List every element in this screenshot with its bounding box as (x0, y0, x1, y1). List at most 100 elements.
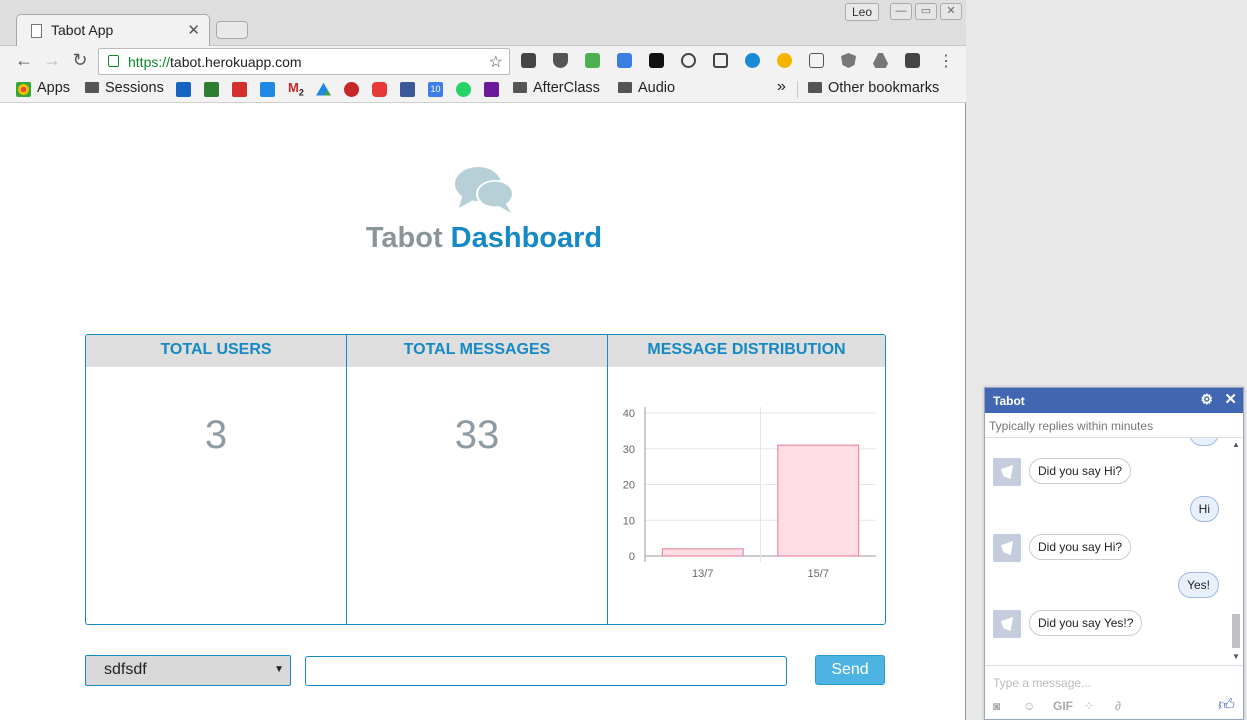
chat-message-user: Hi (1189, 496, 1219, 522)
gif-icon[interactable]: GIF (1053, 699, 1073, 713)
close-tab-icon[interactable]: ✕ (187, 21, 200, 39)
extension-blue-circle-icon[interactable] (745, 53, 760, 68)
calendar-icon[interactable]: 10 (428, 82, 443, 97)
chat-message-user: Yes! (1178, 572, 1219, 598)
like-thumb-icon[interactable]: 👍︎ (1218, 696, 1235, 715)
title-tabot: Tabot (365, 222, 443, 254)
total-messages-panel: TOTAL MESSAGES 33 (347, 335, 608, 624)
badge-icon[interactable] (232, 82, 247, 97)
evernote-icon[interactable] (204, 82, 219, 97)
bookmark-folder-sessions[interactable]: Sessions (85, 80, 164, 96)
close-window-button[interactable]: ✕ (940, 3, 962, 20)
angular-icon[interactable] (841, 53, 856, 68)
total-messages-header: TOTAL MESSAGES (347, 335, 607, 367)
inbox-icon[interactable] (176, 82, 191, 97)
extension-t-icon[interactable] (521, 53, 536, 68)
bookmarks-bar: Apps Sessions M2 10 AfterClass Audio » O… (0, 76, 966, 103)
extension-d-icon[interactable] (484, 82, 499, 97)
emoji-icon[interactable]: ☺ (1023, 699, 1035, 713)
send-controls: sdfsdf ▼ Send (85, 655, 886, 687)
total-messages-value: 33 (454, 413, 500, 457)
scroll-up-icon[interactable]: ▲ (1232, 440, 1240, 449)
gmail-icon[interactable]: M2 (288, 80, 304, 98)
bot-avatar (993, 458, 1021, 486)
contacts-icon[interactable] (260, 82, 275, 97)
attachment-icon[interactable]: ∂ (1115, 699, 1121, 713)
chat-input-placeholder[interactable]: Type a message... (993, 676, 1091, 690)
tab-tabot-app[interactable]: Tabot App ✕ (16, 14, 210, 47)
profile-button[interactable]: Leo (845, 3, 879, 21)
page-title: Tabot Dashboard (5, 222, 963, 255)
minimize-button[interactable]: — (890, 3, 912, 20)
folder-icon (513, 82, 527, 93)
bookmark-folder-audio[interactable]: Audio (618, 80, 675, 96)
facebook-icon[interactable] (400, 82, 415, 97)
send-button[interactable]: Send (815, 655, 885, 685)
scroll-thumb[interactable] (1232, 614, 1240, 648)
folder-icon (618, 82, 632, 93)
messenger-chat-widget: Tabot ⚙ ✕ Typically replies within minut… (984, 387, 1244, 720)
extension-key-icon[interactable] (905, 53, 920, 68)
google-translate-icon[interactable] (617, 53, 632, 68)
stack-icon[interactable] (713, 53, 728, 68)
bookmark-folder-afterclass[interactable]: AfterClass (513, 80, 600, 96)
chat-messages: Did you say Hi? Hi Did you say Hi? Yes! … (985, 438, 1243, 664)
message-distribution-header: MESSAGE DISTRIBUTION (608, 335, 885, 367)
drive-icon[interactable] (873, 53, 888, 68)
mail-icon[interactable] (809, 53, 824, 68)
bookmarks-divider (797, 81, 798, 98)
maximize-button[interactable]: ▭ (915, 3, 937, 20)
stats-table: TOTAL USERS 3 TOTAL MESSAGES 33 MESSAGE … (85, 334, 886, 625)
extension-z-icon[interactable] (649, 53, 664, 68)
chat-subtitle: Typically replies within minutes (985, 413, 1243, 438)
reload-icon[interactable]: ↻ (70, 50, 90, 71)
chart-y-tick-label: 0 (629, 551, 635, 563)
user-select-value: sdfsdf (104, 661, 147, 678)
browser-menu-icon[interactable]: ⋮ (938, 51, 954, 71)
gear-icon[interactable]: ⚙ (1200, 391, 1213, 408)
chat-bubbles-logo-icon (455, 167, 514, 213)
chat-message-bot: Did you say Yes!? (1029, 610, 1143, 636)
bookmark-star-icon[interactable]: ☆ (489, 52, 503, 72)
close-icon[interactable]: ✕ (1224, 390, 1237, 408)
star-badge-icon[interactable] (777, 53, 792, 68)
folder-icon (85, 82, 99, 93)
bookmark-folder-other[interactable]: Other bookmarks (808, 80, 939, 96)
back-icon[interactable]: ← (14, 50, 34, 71)
chat-title: Tabot (993, 394, 1025, 408)
message-input[interactable] (305, 656, 787, 686)
forward-icon[interactable]: → (42, 50, 62, 71)
extension-green-icon[interactable] (585, 53, 600, 68)
more-bookmarks-button[interactable]: » (777, 78, 786, 96)
bot-avatar (993, 610, 1021, 638)
camera-icon[interactable]: ◙ (993, 699, 1000, 713)
dashboard-page: Tabot Dashboard TOTAL USERS 3 TOTAL MESS… (5, 104, 963, 720)
chart-y-tick-label: 40 (623, 408, 635, 420)
bookmark-apps[interactable]: Apps (37, 80, 70, 96)
address-bar[interactable]: https://tabot.herokuapp.com ☆ (98, 48, 510, 75)
new-tab-button[interactable] (216, 21, 248, 39)
total-users-value: 3 (204, 413, 228, 457)
chart-y-tick-label: 30 (623, 444, 635, 456)
chart-bar (661, 548, 744, 557)
browser-toolbar: ← → ↻ https://tabot.herokuapp.com ☆ ⋮ (0, 46, 966, 76)
chart-x-tick-label: 13/7 (692, 568, 713, 580)
user-select[interactable]: sdfsdf ▼ (85, 655, 291, 686)
pocket-icon[interactable] (553, 53, 568, 68)
tab-title: Tabot App (51, 22, 114, 38)
clock-icon[interactable] (681, 53, 696, 68)
chat-scrollbar[interactable]: ▲ ▼ (1231, 438, 1241, 664)
chat-message-bot: Did you say Hi? (1029, 458, 1132, 484)
chat-composer[interactable]: Type a message... ◙ ☺ GIF ⁘ ∂ 👍︎ (985, 665, 1243, 720)
lastpass-icon[interactable] (344, 82, 359, 97)
google-drive-icon[interactable] (316, 82, 331, 96)
stickers-icon[interactable]: ⁘ (1084, 699, 1094, 713)
whatsapp-icon[interactable] (456, 82, 471, 97)
youtube-icon[interactable] (372, 82, 387, 97)
chart-y-tick-label: 10 (623, 515, 635, 527)
message-distribution-chart: 0 10 20 30 40 13/7 15/7 (623, 407, 876, 580)
chat-bubble-clipped (1189, 438, 1219, 446)
chat-message-bot: Did you say Hi? (1029, 534, 1132, 560)
scroll-down-icon[interactable]: ▼ (1232, 652, 1240, 661)
apps-grid-icon[interactable] (16, 82, 31, 97)
